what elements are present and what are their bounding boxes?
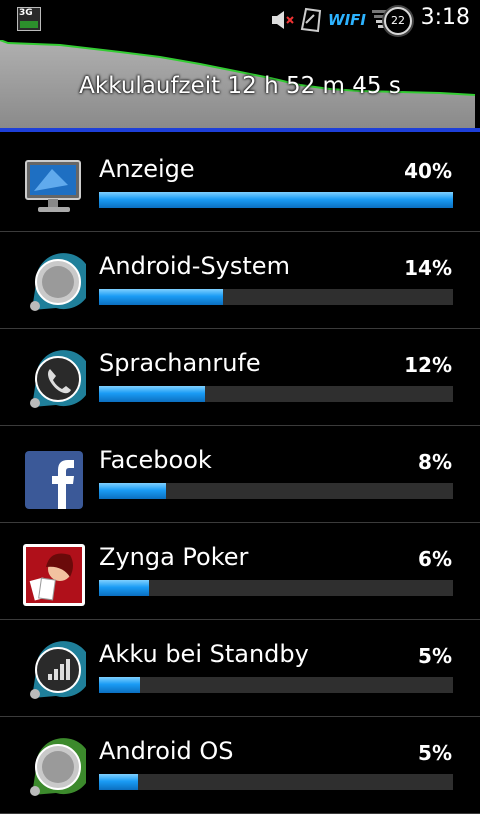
item-percent: 5% xyxy=(418,741,452,765)
usage-bar-fill xyxy=(99,483,167,499)
list-item-android-system[interactable]: Android-System 14% xyxy=(0,232,480,329)
item-label: Anzeige xyxy=(99,155,195,183)
zynga-poker-icon xyxy=(23,544,85,606)
facebook-icon xyxy=(25,451,83,509)
usage-bar xyxy=(99,386,453,402)
phone-call-icon xyxy=(30,350,86,408)
monitor-icon xyxy=(25,160,81,212)
item-percent: 8% xyxy=(418,450,452,474)
list-item-android-os[interactable]: Android OS 5% xyxy=(0,717,480,814)
item-percent: 40% xyxy=(404,159,452,183)
list-item-anzeige[interactable]: Anzeige 40% xyxy=(0,135,480,232)
battery-graph[interactable]: Akkulaufzeit 12 h 52 m 45 s xyxy=(0,40,480,132)
item-label: Akku bei Standby xyxy=(99,640,309,668)
network-type-label: 3G xyxy=(19,8,33,18)
item-label: Zynga Poker xyxy=(99,543,249,571)
status-bar: 3G WIFI 22 3:18 xyxy=(0,0,480,40)
usage-bar-fill xyxy=(99,677,140,693)
item-percent: 12% xyxy=(404,353,452,377)
android-os-icon xyxy=(30,738,86,796)
list-item-zynga-poker[interactable]: Zynga Poker 6% xyxy=(0,523,480,620)
wifi-icon: WIFI xyxy=(328,11,366,29)
item-label: Android-System xyxy=(99,252,290,280)
sd-card-icon xyxy=(300,7,322,33)
usage-bar xyxy=(99,192,453,208)
battery-runtime-label: Akkulaufzeit 12 h 52 m 45 s xyxy=(79,73,401,99)
usage-bar-fill xyxy=(99,386,206,402)
android-system-icon xyxy=(30,253,86,311)
signal-standby-icon xyxy=(30,641,86,699)
item-label: Facebook xyxy=(99,446,212,474)
usage-bar xyxy=(99,677,453,693)
list-item-akku-bei-standby[interactable]: Akku bei Standby 5% xyxy=(0,620,480,717)
usage-bar xyxy=(99,483,453,499)
usage-bar-fill xyxy=(99,289,223,305)
usage-bar-fill xyxy=(99,580,149,596)
usage-bar-fill xyxy=(99,774,138,790)
item-label: Sprachanrufe xyxy=(99,349,261,377)
battery-usage-list: Anzeige 40% Android-System 14% Sprachanr… xyxy=(0,135,480,814)
usage-bar xyxy=(99,580,453,596)
mute-icon xyxy=(272,11,294,29)
status-icons: WIFI xyxy=(270,4,392,36)
network-3g-icon: 3G xyxy=(17,7,41,31)
item-percent: 5% xyxy=(418,644,452,668)
notification-count-badge: 22 xyxy=(384,7,412,35)
usage-bar xyxy=(99,289,453,305)
clock: 3:18 xyxy=(420,5,470,30)
list-item-facebook[interactable]: Facebook 8% xyxy=(0,426,480,523)
item-label: Android OS xyxy=(99,737,234,765)
item-percent: 14% xyxy=(404,256,452,280)
usage-bar xyxy=(99,774,453,790)
list-item-sprachanrufe[interactable]: Sprachanrufe 12% xyxy=(0,329,480,426)
usage-bar-fill xyxy=(99,192,453,208)
item-percent: 6% xyxy=(418,547,452,571)
